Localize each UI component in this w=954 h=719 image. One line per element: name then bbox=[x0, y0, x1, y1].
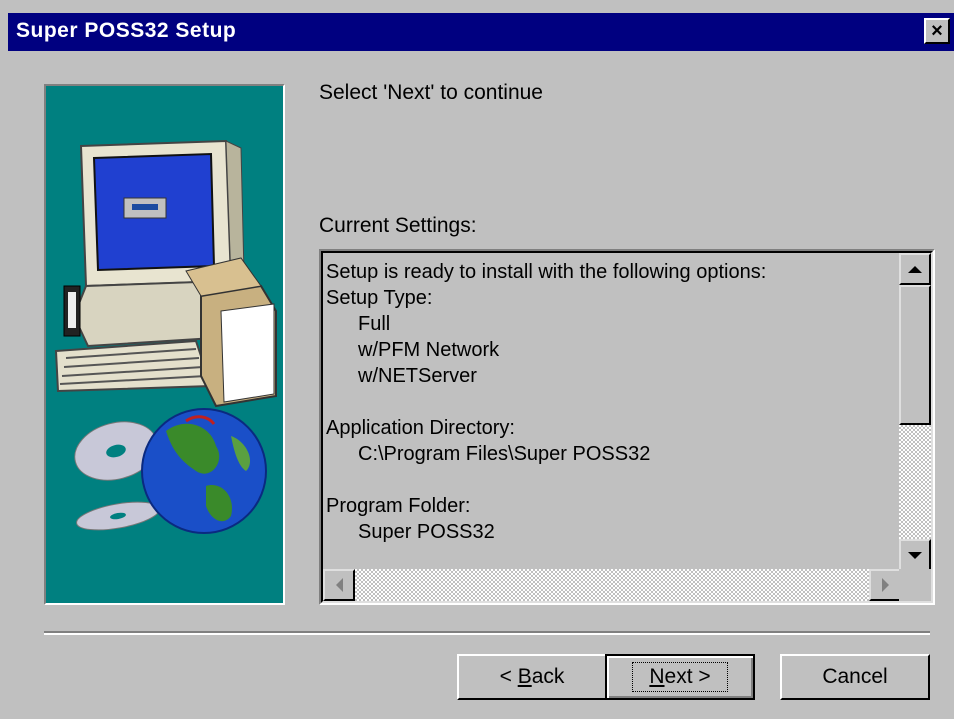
setup-dialog: Super POSS32 Setup × Select 'Next' to co… bbox=[0, 0, 954, 719]
cancel-button[interactable]: Cancel bbox=[780, 654, 930, 700]
horizontal-scrollbar[interactable] bbox=[323, 569, 901, 601]
button-separator bbox=[44, 631, 930, 635]
settings-line: Program Folder: bbox=[326, 495, 471, 517]
setup-illustration bbox=[44, 84, 285, 605]
scroll-left-button[interactable] bbox=[323, 569, 355, 601]
next-button-label: Next > bbox=[632, 662, 728, 692]
vertical-scroll-thumb[interactable] bbox=[899, 285, 931, 425]
dialog-body: Select 'Next' to continue Current Settin… bbox=[8, 51, 954, 719]
close-icon: × bbox=[931, 20, 943, 42]
settings-line: C:\Program Files\Super POSS32 bbox=[358, 443, 651, 465]
back-button[interactable]: < Back bbox=[457, 654, 607, 700]
settings-line: w/NETServer bbox=[358, 365, 477, 387]
settings-line: Setup is ready to install with the follo… bbox=[326, 261, 767, 283]
settings-line: w/PFM Network bbox=[358, 339, 500, 361]
computer-illustration bbox=[54, 139, 277, 534]
scroll-right-arrow-icon bbox=[881, 578, 889, 592]
settings-line: Application Directory: bbox=[326, 417, 515, 439]
settings-line bbox=[326, 389, 900, 415]
settings-content: Setup is ready to install with the follo… bbox=[326, 259, 900, 571]
settings-line: Super POSS32 bbox=[358, 521, 495, 543]
settings-line: Full bbox=[358, 313, 391, 335]
scroll-corner bbox=[899, 569, 931, 601]
close-button[interactable]: × bbox=[924, 18, 950, 44]
next-button[interactable]: Next > bbox=[605, 654, 755, 700]
settings-line bbox=[326, 467, 900, 493]
scroll-up-button[interactable] bbox=[899, 253, 931, 285]
settings-line: Setup Type: bbox=[326, 287, 433, 309]
window-title: Super POSS32 Setup bbox=[16, 19, 237, 42]
scroll-down-arrow-icon bbox=[908, 551, 922, 559]
scroll-right-button[interactable] bbox=[869, 569, 901, 601]
globe-icon bbox=[141, 408, 267, 534]
title-bar[interactable]: Super POSS32 Setup × bbox=[8, 13, 954, 51]
scroll-down-button[interactable] bbox=[899, 539, 931, 571]
scroll-left-arrow-icon bbox=[335, 578, 343, 592]
current-settings-label: Current Settings: bbox=[319, 214, 477, 237]
scroll-up-arrow-icon bbox=[908, 265, 922, 273]
settings-textbox[interactable]: Setup is ready to install with the follo… bbox=[319, 249, 935, 605]
vertical-scrollbar[interactable] bbox=[899, 253, 931, 571]
back-button-label: < Back bbox=[499, 665, 565, 688]
instruction-text: Select 'Next' to continue bbox=[319, 81, 543, 104]
